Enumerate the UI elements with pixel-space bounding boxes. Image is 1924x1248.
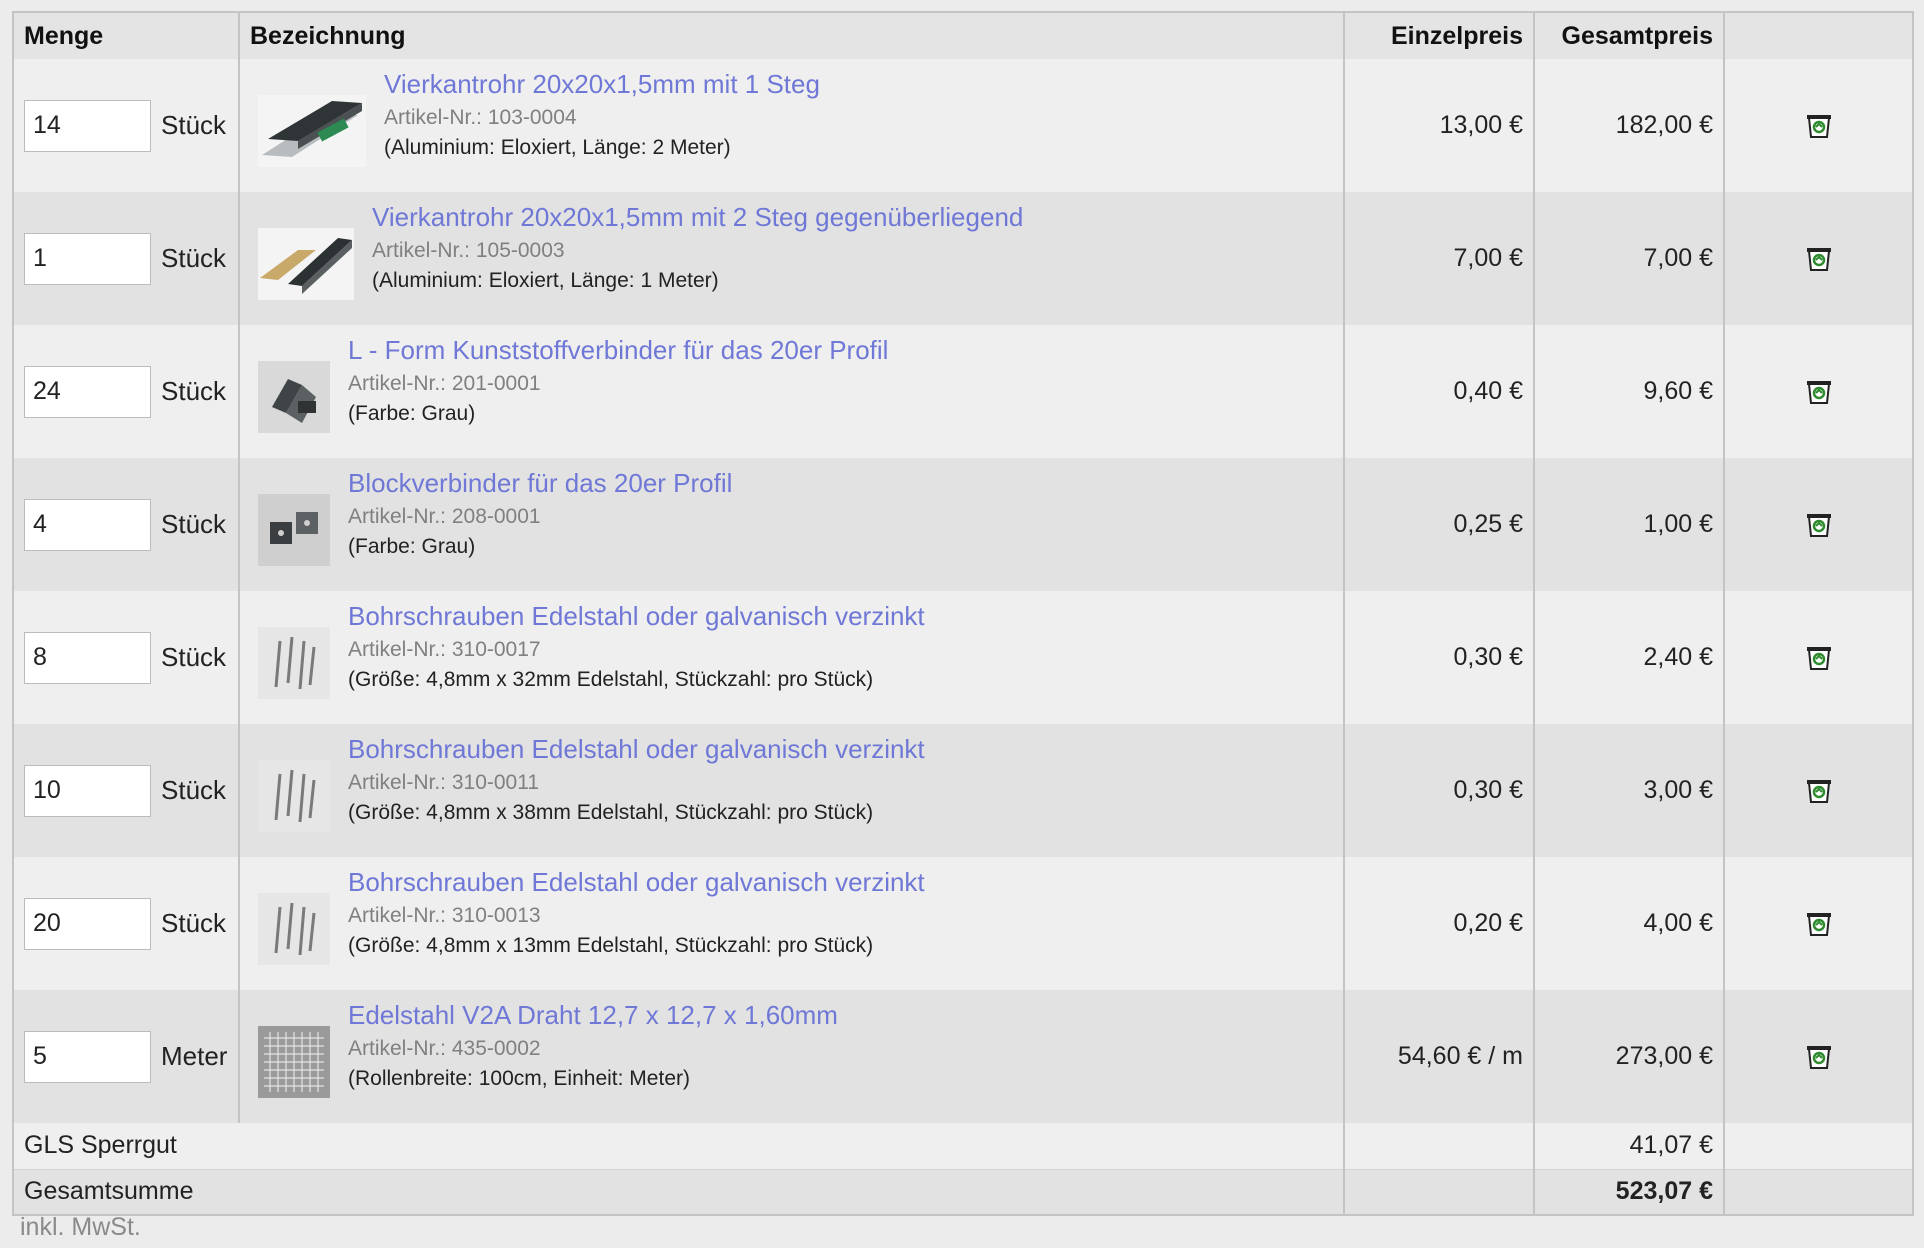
unit-price: 13,00 € [1343, 59, 1535, 192]
quantity-input[interactable] [24, 764, 151, 817]
article-number: Artikel-Nr.: 103-0004 [384, 106, 577, 129]
cart-item-row: Stück Blockverbinder für das 20er Profil… [12, 458, 1914, 591]
unit-label: Stück [161, 376, 227, 406]
trash-icon[interactable] [1804, 909, 1834, 939]
product-attributes: (Größe: 4,8mm x 38mm Edelstahl, Stückzah… [348, 801, 874, 824]
trash-icon[interactable] [1804, 377, 1834, 407]
cart-table: Menge Bezeichnung Einzelpreis Gesamtprei… [12, 11, 1914, 1216]
trash-icon[interactable] [1804, 111, 1834, 141]
product-thumbnail[interactable] [258, 494, 330, 566]
tax-note: inkl. MwSt. [20, 1213, 141, 1241]
product-attributes: (Größe: 4,8mm x 13mm Edelstahl, Stückzah… [348, 934, 874, 957]
cart-item-row: Stück Vierkantrohr 20x20x1,5mm mit 2 Ste… [12, 192, 1914, 325]
article-number: Artikel-Nr.: 310-0017 [348, 638, 541, 661]
product-link[interactable]: Vierkantrohr 20x20x1,5mm mit 1 Steg [384, 67, 820, 101]
trash-icon[interactable] [1804, 643, 1834, 673]
unit-label: Stück [161, 908, 227, 938]
product-thumbnail[interactable] [258, 1026, 330, 1098]
unit-label: Stück [161, 642, 227, 672]
trash-icon[interactable] [1804, 244, 1834, 274]
unit-label: Stück [161, 775, 227, 805]
unit-price: 54,60 € / m [1343, 990, 1535, 1123]
quantity-input[interactable] [24, 1030, 151, 1083]
unit-label: Stück [161, 509, 227, 539]
cart-header-row: Menge Bezeichnung Einzelpreis Gesamtprei… [12, 12, 1914, 59]
line-total: 4,00 € [1533, 857, 1725, 990]
article-number: Artikel-Nr.: 435-0002 [348, 1037, 541, 1060]
product-link[interactable]: Blockverbinder für das 20er Profil [348, 466, 732, 500]
product-attributes: (Aluminium: Eloxiert, Länge: 2 Meter) [384, 136, 731, 159]
col-header-bezeichnung: Bezeichnung [238, 12, 1345, 59]
quantity-input[interactable] [24, 232, 151, 285]
shipping-cost: 41,07 € [1533, 1123, 1725, 1170]
article-number: Artikel-Nr.: 105-0003 [372, 239, 565, 262]
product-thumbnail[interactable] [258, 361, 330, 433]
shipping-label: GLS Sperrgut [12, 1123, 1345, 1170]
unit-price: 0,20 € [1343, 857, 1535, 990]
article-number: Artikel-Nr.: 201-0001 [348, 372, 541, 395]
product-thumbnail[interactable] [258, 95, 366, 167]
line-total: 1,00 € [1533, 458, 1725, 591]
product-link[interactable]: Vierkantrohr 20x20x1,5mm mit 2 Steg gege… [372, 200, 1023, 234]
cart-item-row: Stück Bohrschrauben Edelstahl oder galva… [12, 591, 1914, 724]
cart-item-row: Stück Vierkantrohr 20x20x1,5mm mit 1 Ste… [12, 59, 1914, 192]
product-thumbnail[interactable] [258, 893, 330, 965]
unit-price: 0,40 € [1343, 325, 1535, 458]
product-link[interactable]: Bohrschrauben Edelstahl oder galvanisch … [348, 865, 925, 899]
article-number: Artikel-Nr.: 208-0001 [348, 505, 541, 528]
line-total: 9,60 € [1533, 325, 1725, 458]
unit-price: 7,00 € [1343, 192, 1535, 325]
cart-item-row: Stück Bohrschrauben Edelstahl oder galva… [12, 857, 1914, 990]
quantity-input[interactable] [24, 631, 151, 684]
unit-price: 0,25 € [1343, 458, 1535, 591]
quantity-input[interactable] [24, 99, 151, 152]
product-attributes: (Farbe: Grau) [348, 535, 476, 558]
product-attributes: (Größe: 4,8mm x 32mm Edelstahl, Stückzah… [348, 668, 874, 691]
cart-item-row: Meter Edelst [12, 990, 1914, 1123]
article-number: Artikel-Nr.: 310-0011 [348, 771, 540, 794]
unit-label: Stück [161, 110, 227, 140]
unit-price: 0,30 € [1343, 591, 1535, 724]
product-thumbnail[interactable] [258, 627, 330, 699]
unit-label: Meter [161, 1041, 228, 1071]
grand-total: 523,07 € [1533, 1169, 1725, 1215]
cart-item-row: Stück Bohrschrauben Edelstahl oder galva… [12, 724, 1914, 857]
product-link[interactable]: Bohrschrauben Edelstahl oder galvanisch … [348, 599, 925, 633]
product-link[interactable]: Edelstahl V2A Draht 12,7 x 12,7 x 1,60mm [348, 998, 838, 1032]
line-total: 273,00 € [1533, 990, 1725, 1123]
product-link[interactable]: L - Form Kunststoffverbinder für das 20e… [348, 333, 888, 367]
cart-item-row: Stück L - Form Kunststoffverbinder für d… [12, 325, 1914, 458]
col-header-menge: Menge [12, 12, 240, 59]
quantity-input[interactable] [24, 365, 151, 418]
trash-icon[interactable] [1804, 776, 1834, 806]
product-link[interactable]: Bohrschrauben Edelstahl oder galvanisch … [348, 732, 925, 766]
trash-icon[interactable] [1804, 510, 1834, 540]
col-header-actions [1723, 12, 1914, 59]
line-total: 2,40 € [1533, 591, 1725, 724]
shipping-row: GLS Sperrgut 41,07 € [12, 1123, 1914, 1170]
col-header-gesamtpreis: Gesamtpreis [1533, 12, 1725, 59]
product-thumbnail[interactable] [258, 760, 330, 832]
line-total: 7,00 € [1533, 192, 1725, 325]
trash-icon[interactable] [1804, 1042, 1834, 1072]
product-attributes: (Farbe: Grau) [348, 402, 476, 425]
quantity-input[interactable] [24, 897, 151, 950]
line-total: 182,00 € [1533, 59, 1725, 192]
col-header-einzelpreis: Einzelpreis [1343, 12, 1535, 59]
product-attributes: (Rollenbreite: 100cm, Einheit: Meter) [348, 1067, 690, 1090]
total-label: Gesamtsumme [12, 1169, 1345, 1215]
product-thumbnail[interactable] [258, 228, 354, 300]
article-number: Artikel-Nr.: 310-0013 [348, 904, 541, 927]
product-attributes: (Aluminium: Eloxiert, Länge: 1 Meter) [372, 269, 719, 292]
unit-label: Stück [161, 243, 227, 273]
unit-price: 0,30 € [1343, 724, 1535, 857]
quantity-input[interactable] [24, 498, 151, 551]
total-row: Gesamtsumme 523,07 € [12, 1169, 1914, 1215]
line-total: 3,00 € [1533, 724, 1725, 857]
